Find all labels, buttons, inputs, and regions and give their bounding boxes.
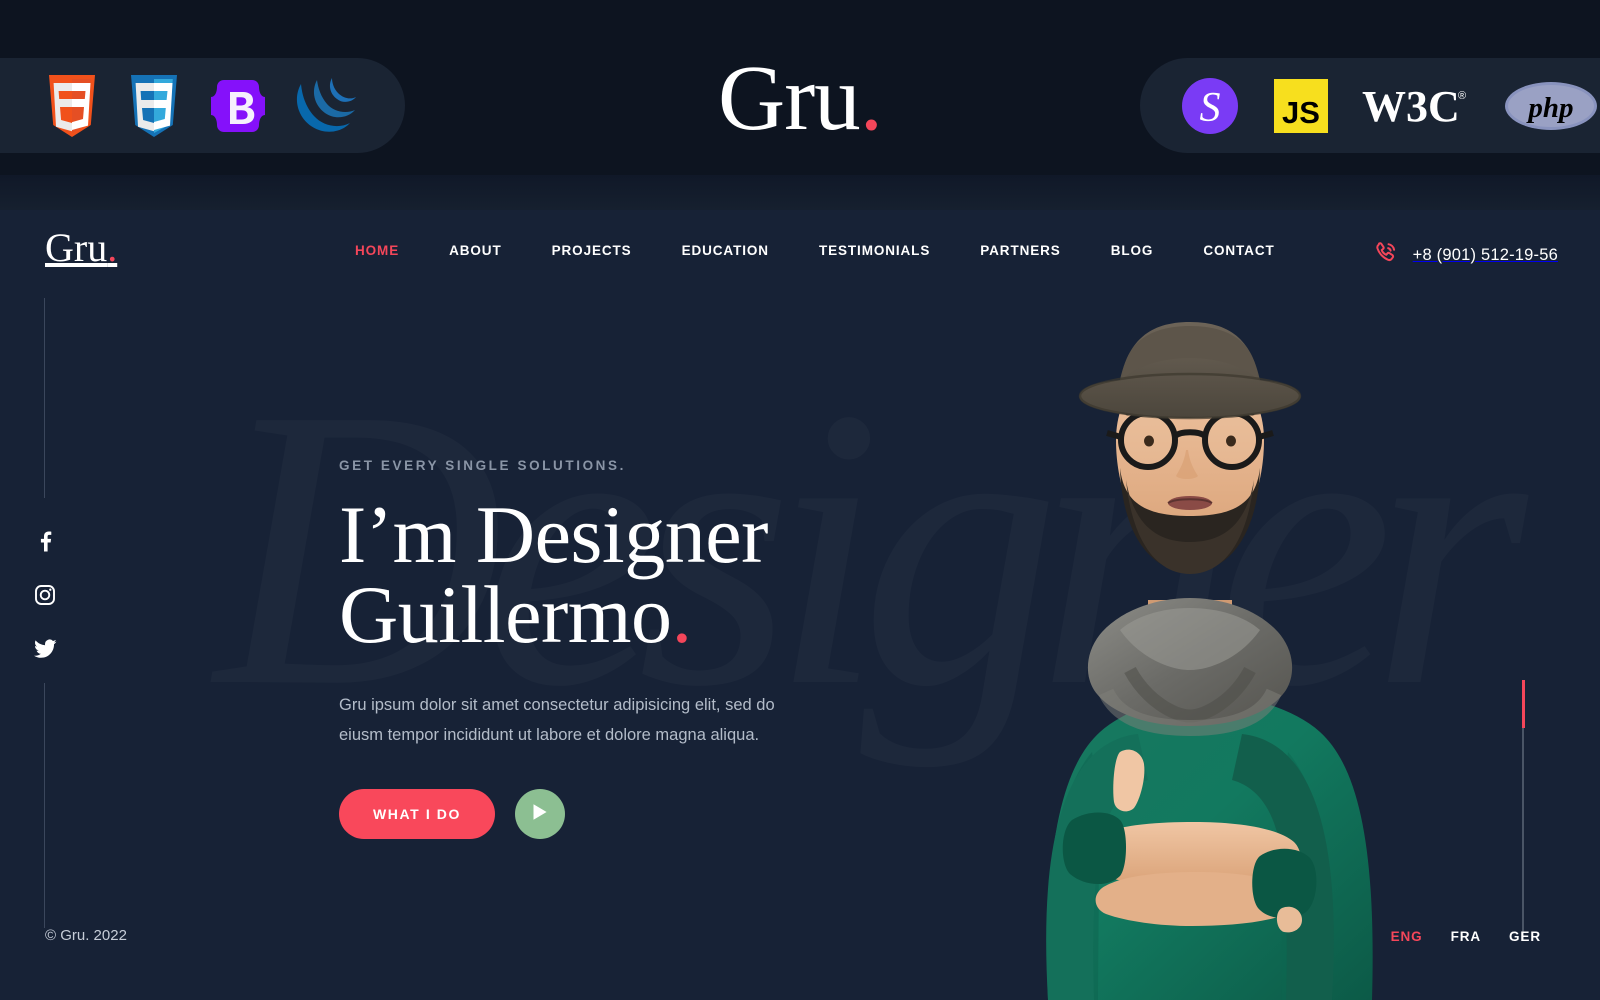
language-option-ger[interactable]: GER — [1495, 929, 1555, 944]
javascript-icon[interactable]: JS — [1274, 78, 1328, 133]
nav-logo[interactable]: Gru. — [45, 228, 117, 268]
nav-logo-name: Gru — [45, 225, 108, 270]
nav-menu: HOME ABOUT PROJECTS EDUCATION TESTIMONIA… — [330, 243, 1300, 258]
topbar-gradient-band — [0, 175, 1600, 210]
svg-text:W3C: W3C — [1362, 83, 1460, 129]
language-option-fra[interactable]: FRA — [1437, 929, 1495, 944]
nav-item-blog[interactable]: BLOG — [1086, 243, 1179, 258]
nav-logo-dot: . — [107, 225, 118, 270]
page-root: Gru. S JS W3C ® php Gru. HOME ABOUT PROJ… — [0, 0, 1600, 1000]
twitter-icon — [33, 638, 57, 664]
brand-logo-top-dot: . — [859, 47, 883, 150]
play-video-button[interactable] — [515, 788, 565, 839]
hero-portrait-photo — [930, 300, 1450, 1000]
svg-text:php: php — [1525, 92, 1573, 124]
hero-copy: GET EVERY SINGLE SOLUTIONS. I’m Designer… — [339, 458, 899, 839]
brand-logo-top-name: Gru — [718, 47, 861, 150]
nav-item-education[interactable]: EDUCATION — [657, 243, 794, 258]
nav-item-partners[interactable]: PARTNERS — [955, 243, 1085, 258]
left-rail-line-top — [44, 298, 45, 498]
hero-paragraph: Gru ipsum dolor sit amet consectetur adi… — [339, 695, 775, 745]
social-link-twitter[interactable] — [28, 636, 62, 666]
phone-link[interactable]: +8 (901) 512-19-56 — [1373, 240, 1558, 271]
hero-title: I’m Designer Guillermo. — [339, 494, 899, 656]
hero-title-dot: . — [671, 569, 693, 661]
nav-item-projects[interactable]: PROJECTS — [527, 243, 657, 258]
svg-text:S: S — [1200, 85, 1221, 131]
phone-call-icon — [1373, 240, 1399, 271]
footer-copyright: © Gru. 2022 — [45, 927, 127, 944]
nav-item-about[interactable]: ABOUT — [424, 243, 527, 258]
hero-eyebrow: GET EVERY SINGLE SOLUTIONS. — [339, 458, 626, 473]
social-link-instagram[interactable] — [28, 582, 62, 612]
hero-actions: WHAT I DO — [339, 788, 899, 839]
page-scrollbar-thumb[interactable] — [1522, 680, 1525, 728]
phone-number: +8 (901) 512-19-56 — [1412, 246, 1558, 264]
instagram-icon — [34, 584, 56, 611]
main-navigation-bar: Gru. HOME ABOUT PROJECTS EDUCATION TESTI… — [0, 210, 1600, 298]
tech-stack-right-group: S JS W3C ® php — [1140, 58, 1600, 153]
php-icon[interactable]: php — [1504, 81, 1598, 131]
hero-title-line-1: I’m Designer — [339, 489, 768, 580]
play-icon — [532, 803, 548, 824]
social-rail — [28, 528, 62, 666]
svg-text:®: ® — [1458, 90, 1466, 102]
nav-item-home[interactable]: HOME — [330, 243, 424, 258]
svg-text:JS: JS — [1282, 95, 1320, 130]
top-tech-bar: Gru. S JS W3C ® php — [0, 0, 1600, 210]
nav-item-contact[interactable]: CONTACT — [1178, 243, 1299, 258]
page-scrollbar-track[interactable] — [1522, 680, 1525, 940]
facebook-icon — [35, 530, 55, 557]
left-rail-line-bottom — [44, 683, 45, 928]
social-link-facebook[interactable] — [28, 528, 62, 558]
what-i-do-button[interactable]: WHAT I DO — [339, 788, 495, 839]
nav-item-testimonials[interactable]: TESTIMONIALS — [794, 243, 955, 258]
hero-section: Designer — [0, 298, 1600, 1000]
hero-title-line-2: Guillermo — [339, 569, 672, 661]
w3c-icon[interactable]: W3C ® — [1362, 82, 1470, 131]
sass-icon[interactable]: S — [1180, 76, 1240, 136]
language-switcher: ENG FRA GER — [1377, 929, 1555, 944]
language-option-eng[interactable]: ENG — [1377, 929, 1437, 944]
